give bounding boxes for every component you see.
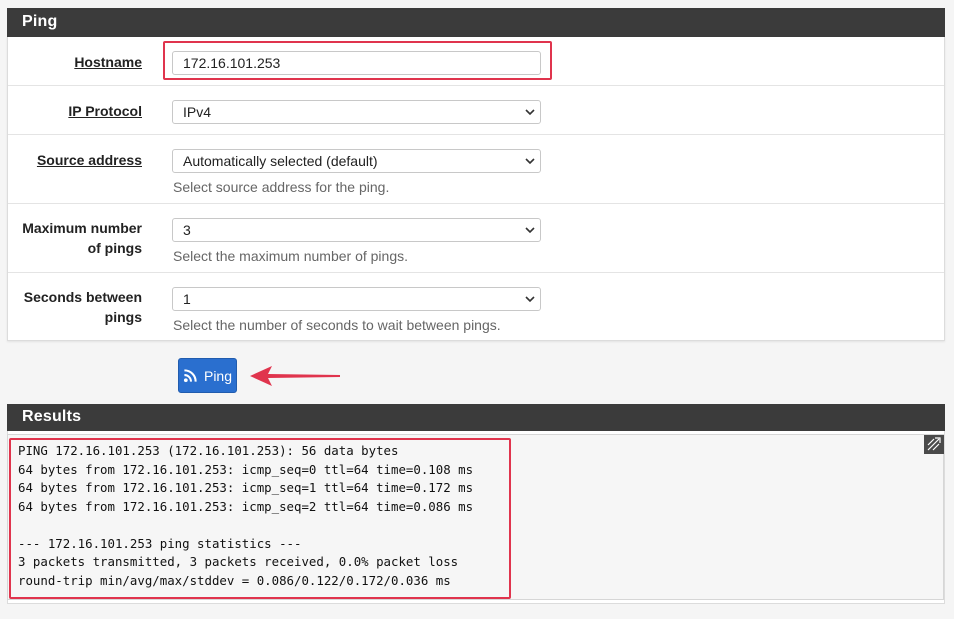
hostname-input[interactable]: 172.16.101.253 [172, 51, 541, 75]
expand-icon [927, 437, 941, 451]
resize-icon[interactable] [924, 435, 944, 454]
ping-button-label: Ping [203, 367, 233, 384]
seconds-between-value: 1 [183, 291, 191, 307]
max-pings-row: Maximum number of pings 3 Select the max… [8, 204, 944, 273]
ip-protocol-label: IP Protocol [68, 103, 142, 119]
chevron-down-icon [525, 109, 535, 116]
arrow-left-icon [250, 366, 340, 386]
ip-protocol-select[interactable]: IPv4 [172, 100, 541, 124]
ping-form: Hostname 172.16.101.253 IP Protocol IPv4… [7, 37, 945, 341]
seconds-between-row: Seconds between pings 1 Select the numbe… [8, 273, 944, 341]
seconds-between-label-line1: Seconds between [23, 289, 142, 305]
source-address-row: Source address Automatically selected (d… [8, 135, 944, 204]
max-pings-label-line1: Maximum number [22, 220, 142, 236]
max-pings-value: 3 [183, 222, 191, 238]
max-pings-label-line2: of pings [87, 240, 142, 256]
output-line: --- 172.16.101.253 ping statistics --- [18, 536, 302, 551]
max-pings-label: Maximum number of pings [22, 218, 142, 258]
ip-protocol-value: IPv4 [183, 104, 212, 120]
output-line: 64 bytes from 172.16.101.253: icmp_seq=0… [18, 462, 474, 477]
results-panel-title: Results [7, 404, 945, 431]
ping-button[interactable]: Ping [178, 358, 237, 393]
seconds-between-help: Select the number of seconds to wait bet… [173, 317, 501, 333]
output-line: PING 172.16.101.253 (172.16.101.253): 56… [18, 443, 399, 458]
ping-panel-title: Ping [7, 8, 945, 37]
ip-protocol-row: IP Protocol IPv4 [8, 86, 944, 135]
max-pings-select[interactable]: 3 [172, 218, 541, 242]
max-pings-help: Select the maximum number of pings. [173, 248, 408, 264]
seconds-between-select[interactable]: 1 [172, 287, 541, 311]
source-address-select[interactable]: Automatically selected (default) [172, 149, 541, 173]
output-line: 64 bytes from 172.16.101.253: icmp_seq=2… [18, 499, 474, 514]
output-line: round-trip min/avg/max/stddev = 0.086/0.… [18, 573, 451, 588]
seconds-between-label-line2: pings [104, 309, 142, 325]
rss-icon [183, 369, 197, 383]
source-address-help: Select source address for the ping. [173, 179, 390, 195]
source-address-value: Automatically selected (default) [183, 153, 378, 169]
source-address-label: Source address [36, 152, 142, 168]
chevron-down-icon [525, 158, 535, 165]
chevron-down-icon [525, 296, 535, 303]
hostname-row: Hostname 172.16.101.253 [8, 37, 944, 86]
output-line: 3 packets transmitted, 3 packets receive… [18, 554, 459, 569]
hostname-label: Hostname [74, 54, 142, 70]
seconds-between-label: Seconds between pings [24, 287, 142, 327]
output-line: 64 bytes from 172.16.101.253: icmp_seq=1… [18, 480, 474, 495]
chevron-down-icon [525, 227, 535, 234]
